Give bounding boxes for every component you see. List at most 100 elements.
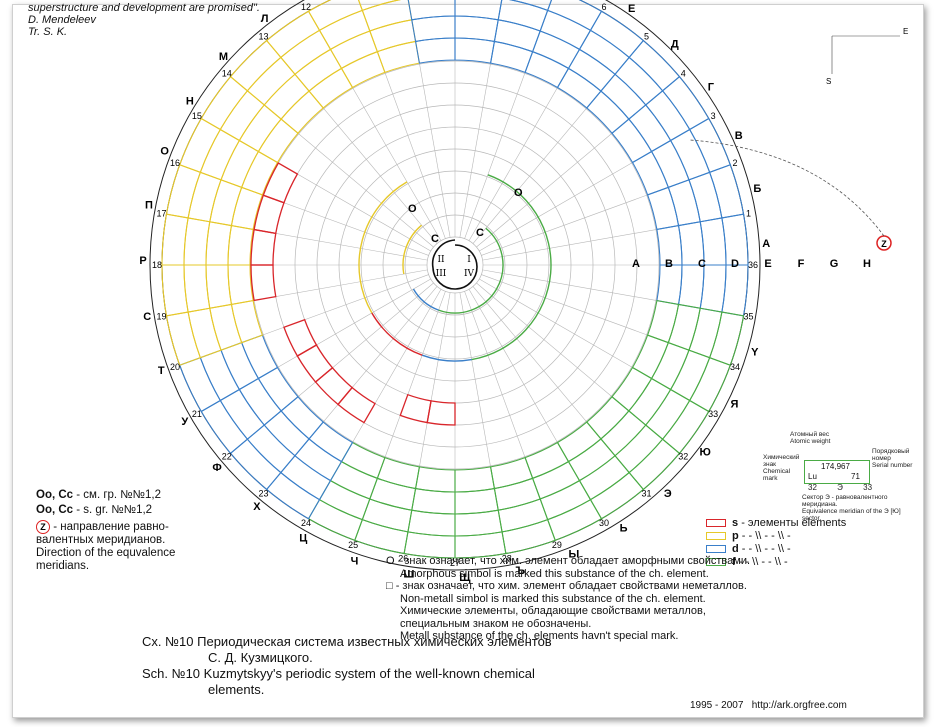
d-block-cell (200, 399, 249, 455)
f-block-cell (667, 303, 701, 351)
legend-p-swatch (706, 532, 726, 541)
footer-url[interactable]: http://ark.orgfree.com (752, 700, 847, 711)
p-block-cell (307, 0, 364, 32)
curve-label: O (514, 187, 523, 199)
curve-label: O (408, 203, 417, 215)
inset-sample-cell: 174,967 Lu 71 (804, 460, 870, 484)
d-block-cell (508, 0, 553, 12)
f-block-cell (411, 487, 456, 515)
ring-number: 16 (170, 158, 180, 168)
axis-letter: D (731, 258, 739, 270)
inset-sector-ru: Сектор Э - равновалентного меридиана. (802, 494, 888, 508)
p-block-cell (227, 264, 254, 306)
p-block-cell (165, 164, 202, 219)
inset-symbol-label: Химический знак Chemical mark (763, 454, 799, 482)
d-block-cell (669, 128, 711, 181)
d-block-cell (699, 264, 727, 313)
d-block-cell (688, 117, 732, 174)
f-block-cell (708, 311, 745, 366)
compass-e: E (903, 27, 908, 36)
footer: 1995 - 2007 http://ark.orgfree.com (690, 700, 847, 711)
d-block-cell (531, 30, 581, 70)
z-legend-line3: Direction of the equvalence (36, 547, 176, 559)
inset-sector-label: Сектор Э - равновалентного меридиана. Equ… (802, 494, 912, 522)
curve-label: C (476, 227, 484, 239)
p-block-cell (220, 139, 260, 189)
ring-letter: Л (261, 13, 269, 25)
legend-d-text: - - \\ - - \\ - (741, 543, 791, 555)
f-block-cell (531, 460, 581, 500)
f-block-cell (539, 479, 592, 521)
ring-number: 14 (222, 68, 232, 78)
inset-symbol-ru: Химический знак (763, 454, 800, 468)
curve-label: C (431, 233, 439, 245)
f-block-cell (628, 377, 672, 426)
ring-letter: А (762, 238, 770, 250)
d-block-cell (178, 356, 222, 413)
ring-number: 31 (642, 488, 652, 498)
d-block-cell (411, 15, 456, 43)
inset-symbol-en: Chemical mark (763, 468, 791, 482)
f-block-cell (414, 466, 456, 493)
inset-serial-label: Порядковый номер Serial number (872, 448, 916, 469)
z-marker-text: Z (881, 239, 887, 249)
f-block-cell (493, 477, 541, 511)
d-block-cell (454, 37, 496, 64)
ring-letter: Ф (212, 462, 221, 474)
inset-sample-number: 71 (851, 472, 860, 481)
d-block-cell (294, 438, 343, 482)
legend-d-letter: d (732, 543, 739, 555)
axis-letter: F (798, 258, 805, 270)
d-block-cell (661, 75, 710, 131)
f-block-cell (546, 498, 603, 542)
axis-letter: C (698, 258, 706, 270)
f-block-cell (407, 509, 456, 537)
ring-number: 20 (170, 362, 180, 372)
legend-d: d - - \\ - - \\ - (706, 543, 791, 555)
ring-letter: Н (186, 96, 194, 108)
inset-weight-label: Атомный вес Atomic weight (790, 431, 850, 445)
ring-number: 18 (152, 260, 162, 270)
s-block-cell (250, 228, 277, 266)
ring-number: 2 (733, 158, 738, 168)
ring-number: 1 (746, 208, 751, 218)
ring-letter: Y (751, 347, 759, 359)
curve-p-outer (358, 181, 408, 314)
s-block-cell (399, 393, 432, 424)
inset-sector-b: Э (837, 483, 843, 492)
d-block-cell (414, 37, 456, 64)
ring-number: 29 (552, 540, 562, 550)
f-block-cell (329, 460, 379, 500)
d-block-cell (199, 349, 241, 402)
ring-letter: В (735, 130, 743, 142)
ring-number: 19 (157, 312, 167, 322)
s-block-cell (296, 344, 334, 383)
d-block-cell (708, 164, 745, 219)
note-nonmetal-ru: □ - знак означает, что хим. элемент обла… (386, 580, 747, 592)
caption-en-1: Sch. №10 Kuzmytskyy's periodic system of… (142, 666, 535, 681)
p-block-cell (161, 213, 189, 266)
group-legend-en-symbols: Oo, Cc (36, 504, 74, 516)
inset-sector-a: 32 (808, 483, 817, 492)
axis-letter: E (764, 258, 771, 270)
s-block-cell (426, 400, 456, 426)
ring-letter: У (181, 416, 188, 428)
legend-d-swatch (706, 545, 726, 554)
inset-serial-ru: Порядковый номер (872, 448, 910, 462)
ring-letter: Е (628, 3, 635, 15)
inset-sample-weight: 174,967 (821, 462, 850, 471)
ring-number: 25 (348, 540, 358, 550)
axis-letter: B (665, 258, 673, 270)
z-legend-line1: - направление равно- (50, 521, 169, 533)
ring-letter: Т (158, 365, 165, 377)
z-legend-line4: meridians. (36, 560, 90, 572)
ring-number: 22 (222, 452, 232, 462)
legend-p-text: - - \\ - - \\ - (741, 530, 791, 542)
header-author: D. Mendeleev (28, 14, 96, 26)
f-block-cell (454, 509, 503, 537)
ring-letter: О (160, 146, 169, 158)
quadrant-label: III (436, 269, 447, 279)
d-block-cell (280, 454, 332, 501)
ring-letter: П (145, 199, 153, 211)
f-block-cell (644, 388, 691, 440)
